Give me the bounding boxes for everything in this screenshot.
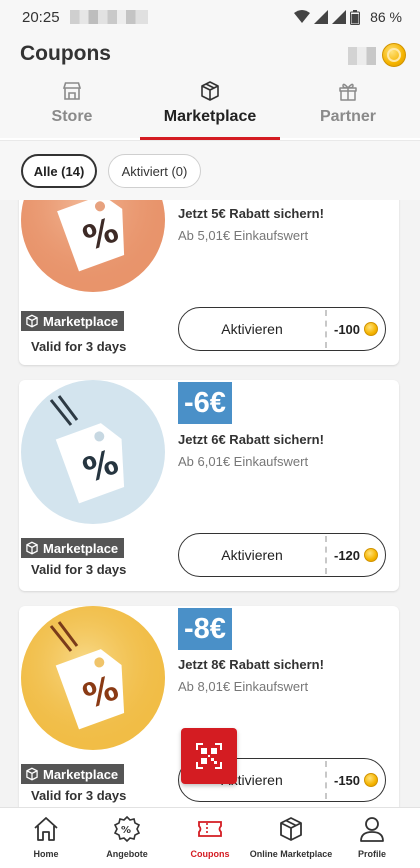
- coupon-headline: Jetzt 8€ Rabatt sichern!: [178, 657, 324, 672]
- coin-icon[interactable]: [382, 43, 406, 67]
- gift-icon: [339, 83, 357, 101]
- box-icon: [26, 767, 38, 781]
- box-icon: [26, 541, 38, 555]
- home-icon: [34, 817, 58, 841]
- coupon-image: %: [21, 200, 165, 292]
- tag-label: Marketplace: [43, 540, 119, 556]
- tab-label: Store: [51, 108, 93, 125]
- coupon-image: %: [21, 606, 165, 750]
- coupon-list[interactable]: % Jetzt 5€ Rabatt sichern! Ab 5,01€ Eink…: [0, 200, 420, 807]
- coin-icon: [364, 322, 379, 336]
- cost: -150: [327, 773, 385, 788]
- cost: -120: [327, 548, 385, 563]
- box-icon: [201, 81, 219, 101]
- marketplace-tag: Marketplace: [21, 764, 125, 784]
- nav-label: Home: [33, 849, 59, 859]
- offers-icon: %: [113, 815, 141, 843]
- filter-activated-chip[interactable]: Aktiviert (0): [108, 154, 201, 188]
- signal-icon: [314, 10, 329, 24]
- validity-text: Valid for 3 days: [31, 562, 127, 577]
- activate-button[interactable]: Aktivieren -100: [178, 307, 386, 351]
- tag-label: Marketplace: [43, 313, 119, 329]
- cost-value: -150: [333, 772, 361, 788]
- coupon-headline: Jetzt 6€ Rabatt sichern!: [178, 432, 324, 447]
- coin-icon: [364, 548, 379, 562]
- status-bar: 20:25 86 %: [0, 0, 420, 34]
- cost-value: -100: [333, 321, 361, 337]
- tab-partner[interactable]: Partner: [278, 80, 418, 138]
- filter-bar: Alle (14) Aktiviert (0): [0, 140, 420, 200]
- signal-icon-2: [332, 10, 347, 24]
- coupons-icon: [198, 821, 222, 837]
- app-header: Coupons: [0, 34, 420, 80]
- validity-text: Valid for 3 days: [31, 339, 127, 354]
- validity-text: Valid for 3 days: [31, 788, 127, 803]
- activate-button[interactable]: Aktivieren -120: [178, 533, 386, 577]
- nav-label: Angebote: [106, 849, 148, 859]
- nav-home[interactable]: Home: [24, 815, 68, 859]
- discount-badge: -6€: [178, 382, 232, 424]
- coupon-card: % -6€ Jetzt 6€ Rabatt sichern! Ab 6,01€ …: [19, 380, 399, 591]
- coupon-card: % Jetzt 5€ Rabatt sichern! Ab 5,01€ Eink…: [19, 200, 399, 365]
- discount-badge: -8€: [178, 608, 232, 650]
- points-balance: [348, 47, 376, 65]
- status-time: 20:25: [22, 8, 60, 26]
- tab-marketplace[interactable]: Marketplace: [140, 80, 280, 140]
- nav-online-marketplace[interactable]: Online Marketplace: [248, 815, 334, 859]
- qr-code-icon: [196, 743, 222, 769]
- nav-offers[interactable]: % Angebote: [99, 815, 155, 859]
- activate-label: Aktivieren: [221, 321, 283, 337]
- nav-coupons[interactable]: Coupons: [182, 815, 238, 859]
- coupon-subtitle: Ab 6,01€ Einkaufswert: [178, 454, 309, 469]
- battery-percent: 86 %: [370, 9, 402, 25]
- notification-icons: [69, 10, 148, 24]
- tag-label: Marketplace: [43, 766, 119, 782]
- svg-text:%: %: [121, 825, 131, 836]
- box-icon: [26, 314, 38, 328]
- cost: -100: [327, 322, 385, 337]
- coupon-image: %: [21, 380, 165, 524]
- cost-value: -120: [333, 547, 361, 563]
- coupon-headline: Jetzt 5€ Rabatt sichern!: [178, 206, 324, 221]
- marketplace-tag: Marketplace: [21, 311, 125, 331]
- nav-label: Profile: [357, 849, 386, 859]
- wifi-icon: [294, 10, 311, 23]
- tab-label: Marketplace: [163, 108, 257, 125]
- activate-label: Aktivieren: [221, 547, 283, 563]
- nav-label: Online Marketplace: [249, 849, 333, 859]
- coin-icon: [364, 773, 379, 787]
- battery-icon: [350, 9, 361, 25]
- marketplace-tag: Marketplace: [21, 538, 125, 558]
- profile-icon: [360, 817, 384, 842]
- tab-store[interactable]: Store: [2, 80, 142, 138]
- nav-profile[interactable]: Profile: [350, 815, 394, 859]
- qr-code-button[interactable]: [181, 728, 237, 784]
- nav-label: Coupons: [190, 849, 230, 859]
- tab-bar: Store Marketplace Partner: [0, 80, 420, 140]
- filter-all-chip[interactable]: Alle (14): [21, 154, 97, 188]
- store-icon: [62, 82, 82, 100]
- coupon-subtitle: Ab 5,01€ Einkaufswert: [178, 228, 309, 243]
- bottom-nav: Home % Angebote Coupons Online Marketpla…: [0, 807, 420, 868]
- box-icon: [280, 817, 302, 841]
- page-title: Coupons: [20, 42, 111, 65]
- tab-label: Partner: [319, 108, 377, 125]
- coupon-subtitle: Ab 8,01€ Einkaufswert: [178, 679, 309, 694]
